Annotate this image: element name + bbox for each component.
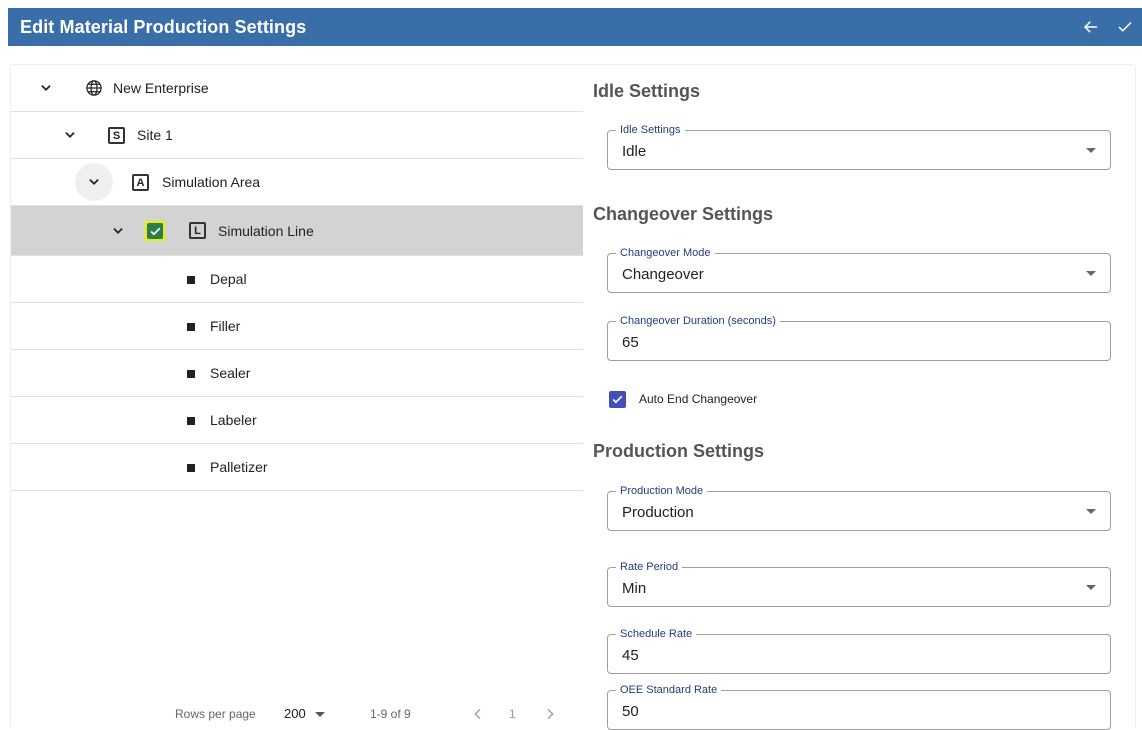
production-mode-label: Production Mode [616,484,708,498]
tree-row-machine[interactable]: Palletizer [11,444,583,491]
square-bullet-icon [187,464,195,472]
tree-row-machine[interactable]: Depal [11,256,583,303]
square-bullet-icon [187,276,195,284]
rows-per-page-select[interactable]: 200 [284,706,306,721]
schedule-rate-label: Schedule Rate [616,627,697,641]
line-badge-icon: L [189,222,206,239]
area-badge-icon: A [132,174,149,191]
tree-label-machine: Labeler [210,412,257,428]
globe-icon [86,80,102,96]
page-range-text: 1-9 of 9 [370,707,411,721]
tree-label-machine: Filler [210,318,241,334]
rate-period-label: Rate Period [616,560,683,574]
check-icon [1118,21,1132,32]
chevron-down-icon [89,179,99,185]
production-section-title: Production Settings [593,441,764,461]
tree-row-machine[interactable]: Sealer [11,350,583,397]
changeover-duration-label: Changeover Duration (seconds) [616,314,780,328]
production-mode-value: Production [622,504,694,521]
square-bullet-icon [187,370,195,378]
auto-end-changeover-checkbox[interactable] [609,390,626,408]
tree-label-enterprise: New Enterprise [113,80,209,96]
oee-standard-rate-input[interactable]: OEE Standard Rate 50 [607,683,1111,730]
caret-down-icon [1086,585,1096,590]
caret-down-icon [1086,509,1096,514]
tree-label-site: Site 1 [137,127,173,143]
pagination: Rows per page 200 1-9 of 9 1 [11,701,583,727]
page-title: Edit Material Production Settings [20,16,307,37]
idle-settings-label: Idle Settings [616,123,685,137]
expand-site-button[interactable] [51,116,89,154]
caret-down-icon [1086,148,1096,153]
tree-row-enterprise[interactable]: New Enterprise [11,65,583,112]
hierarchy-tree: New Enterprise S Site 1 A Simulation Are… [11,65,583,491]
tree-label-machine: Sealer [210,365,251,381]
rate-period-value: Min [622,580,647,597]
tree-row-site[interactable]: S Site 1 [11,112,583,159]
chevron-left-icon [474,708,481,720]
prev-page-button[interactable] [470,706,486,722]
schedule-rate-value: 45 [622,647,639,664]
rate-period-select[interactable]: Rate Period Min [607,560,1111,607]
changeover-duration-input[interactable]: Changeover Duration (seconds) 65 [607,314,1111,361]
square-bullet-icon [187,417,195,425]
expand-area-button[interactable] [75,163,113,201]
settings-panel: New Enterprise S Site 1 A Simulation Are… [10,64,1136,730]
back-button[interactable] [1074,8,1108,46]
caret-down-icon [1086,271,1096,276]
site-badge-icon: S [108,127,125,144]
tree-label-machine: Depal [210,271,247,287]
auto-end-changeover-row[interactable]: Auto End Changeover [609,390,757,408]
production-mode-select[interactable]: Production Mode Production [607,484,1111,531]
oee-standard-rate-value: 50 [622,703,639,720]
square-bullet-icon [187,323,195,331]
changeover-mode-select[interactable]: Changeover Mode Changeover [607,246,1111,293]
expand-line-button[interactable] [99,212,137,250]
rows-per-page-label: Rows per page [175,707,256,721]
app-header: Edit Material Production Settings [8,8,1142,46]
check-icon [612,395,623,403]
arrow-left-icon [1083,21,1097,33]
auto-end-changeover-label: Auto End Changeover [639,392,758,406]
idle-settings-value: Idle [622,143,647,160]
tree-row-area[interactable]: A Simulation Area [11,159,583,206]
save-button[interactable] [1108,8,1142,46]
idle-settings-select[interactable]: Idle Settings Idle [607,123,1111,170]
tree-row-line[interactable]: L Simulation Line [11,206,583,256]
caret-down-icon[interactable] [315,712,325,717]
schedule-rate-input[interactable]: Schedule Rate 45 [607,627,1111,674]
chevron-down-icon [65,132,75,138]
changeover-section-title: Changeover Settings [593,204,774,224]
oee-standard-rate-label: OEE Standard Rate [616,683,722,697]
changeover-mode-value: Changeover [622,266,704,283]
tree-label-area: Simulation Area [162,174,261,190]
idle-section-title: Idle Settings [593,81,701,101]
chevron-right-icon [547,708,554,720]
next-page-button[interactable] [542,706,558,722]
expand-enterprise-button[interactable] [27,69,65,107]
tree-label-machine: Palletizer [210,459,268,475]
check-icon [150,227,160,235]
chevron-down-icon [41,85,51,91]
changeover-duration-value: 65 [622,334,639,351]
tree-row-machine[interactable]: Filler [11,303,583,350]
tree-row-machine[interactable]: Labeler [11,397,583,444]
tree-label-line: Simulation Line [218,222,314,239]
current-page: 1 [509,707,516,721]
changeover-mode-label: Changeover Mode [616,246,715,260]
line-select-checkbox[interactable] [145,221,165,241]
chevron-down-icon [113,227,123,234]
